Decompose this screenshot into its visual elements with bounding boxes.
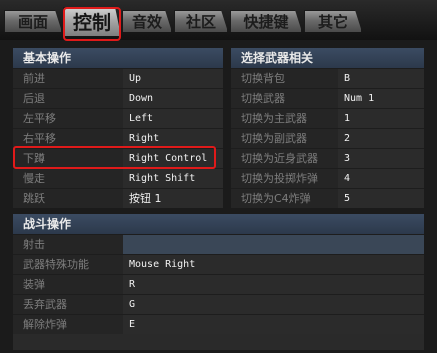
keybind-value[interactable]: Left bbox=[123, 109, 223, 128]
keybind-label: 后退 bbox=[13, 89, 132, 108]
keybind-value[interactable]: Right Shift bbox=[123, 169, 223, 188]
keybind-row[interactable]: 左平移 Left bbox=[13, 108, 223, 128]
keybind-label: 切换为C4炸弹 bbox=[231, 189, 347, 208]
keybind-value[interactable]: R bbox=[123, 275, 424, 294]
crouch-highlight-box bbox=[13, 146, 216, 169]
basic-controls-panel: 基本操作 前进 Up 后退 Down 左平移 Left 右平移 Right 下蹲… bbox=[13, 48, 223, 208]
combat-controls-title: 战斗操作 bbox=[13, 214, 424, 234]
keybind-row[interactable]: 切换为投掷炸弹 4 bbox=[231, 168, 424, 188]
keybind-label: 前进 bbox=[13, 69, 132, 88]
keybind-value[interactable]: Up bbox=[123, 69, 223, 88]
keybind-row[interactable]: 丢弃武器 G bbox=[13, 294, 424, 314]
tab-display[interactable]: 画面 bbox=[4, 10, 62, 32]
keybind-value[interactable]: Down bbox=[123, 89, 223, 108]
keybind-value[interactable]: 3 bbox=[338, 149, 424, 168]
keybind-row[interactable]: 切换为近身武器 3 bbox=[231, 148, 424, 168]
keybind-row[interactable]: 切换为C4炸弹 5 bbox=[231, 188, 424, 208]
keybind-label: 慢走 bbox=[13, 169, 132, 188]
keybind-row[interactable]: 武器特殊功能 Mouse Right bbox=[13, 254, 424, 274]
keybind-label: 切换为主武器 bbox=[231, 109, 347, 128]
keybind-label: 武器特殊功能 bbox=[13, 255, 132, 274]
keybind-value[interactable]: 5 bbox=[338, 189, 424, 208]
keybind-label: 切换为近身武器 bbox=[231, 149, 347, 168]
keybind-row[interactable]: 慢走 Right Shift bbox=[13, 168, 223, 188]
keybind-row[interactable]: 切换背包 B bbox=[231, 68, 424, 88]
basic-controls-title: 基本操作 bbox=[13, 48, 223, 68]
keybind-label: 切换为投掷炸弹 bbox=[231, 169, 347, 188]
weapon-select-panel: 选择武器相关 切换背包 B 切换武器 Num 1 切换为主武器 1 切换为副武器… bbox=[231, 48, 424, 208]
keybind-row[interactable]: 解除炸弹 E bbox=[13, 314, 424, 334]
keybind-row[interactable]: 装弹 R bbox=[13, 274, 424, 294]
keybind-row[interactable]: 跳跃 按钮 1 bbox=[13, 188, 223, 208]
combat-controls-panel: 战斗操作 射击 武器特殊功能 Mouse Right 装弹 R 丢弃武器 G 解… bbox=[13, 214, 424, 350]
keybind-label: 射击 bbox=[13, 235, 132, 254]
tab-community[interactable]: 社区 bbox=[174, 10, 228, 32]
keybind-value-selected[interactable] bbox=[123, 235, 424, 254]
keybind-label: 装弹 bbox=[13, 275, 132, 294]
keybind-value[interactable]: 1 bbox=[338, 109, 424, 128]
keybind-row[interactable]: 切换为主武器 1 bbox=[231, 108, 424, 128]
keybind-value[interactable]: E bbox=[123, 315, 424, 334]
keybind-label: 切换武器 bbox=[231, 89, 347, 108]
keybind-label: 丢弃武器 bbox=[13, 295, 132, 314]
keybind-value[interactable]: B bbox=[338, 69, 424, 88]
tab-other[interactable]: 其它 bbox=[304, 10, 362, 32]
keybind-label: 切换背包 bbox=[231, 69, 347, 88]
keybind-label: 解除炸弹 bbox=[13, 315, 132, 334]
settings-window: 画面 控制 音效 社区 快捷键 其它 基本操作 前进 Up 后退 Down 左平… bbox=[0, 0, 437, 353]
keybind-row[interactable]: 前进 Up bbox=[13, 68, 223, 88]
keybind-row[interactable]: 切换武器 Num 1 bbox=[231, 88, 424, 108]
tab-highlight-box bbox=[63, 7, 121, 41]
keybind-value[interactable]: 4 bbox=[338, 169, 424, 188]
keybind-value[interactable]: Num 1 bbox=[338, 89, 424, 108]
tab-audio[interactable]: 音效 bbox=[122, 10, 172, 32]
tab-bar: 画面 控制 音效 社区 快捷键 其它 bbox=[0, 0, 437, 41]
keybind-label: 跳跃 bbox=[13, 189, 132, 208]
keybind-value[interactable]: 按钮 1 bbox=[123, 189, 223, 208]
weapon-select-title: 选择武器相关 bbox=[231, 48, 424, 68]
tab-hotkeys[interactable]: 快捷键 bbox=[230, 10, 302, 32]
keybind-row[interactable]: 切换为副武器 2 bbox=[231, 128, 424, 148]
keybind-value[interactable]: 2 bbox=[338, 129, 424, 148]
keybind-row[interactable]: 后退 Down bbox=[13, 88, 223, 108]
keybind-row[interactable]: 右平移 Right bbox=[13, 128, 223, 148]
keybind-row-fire[interactable]: 射击 bbox=[13, 234, 424, 254]
keybind-value[interactable]: G bbox=[123, 295, 424, 314]
keybind-label: 左平移 bbox=[13, 109, 132, 128]
keybind-value[interactable]: Mouse Right bbox=[123, 255, 424, 274]
keybind-label: 切换为副武器 bbox=[231, 129, 347, 148]
